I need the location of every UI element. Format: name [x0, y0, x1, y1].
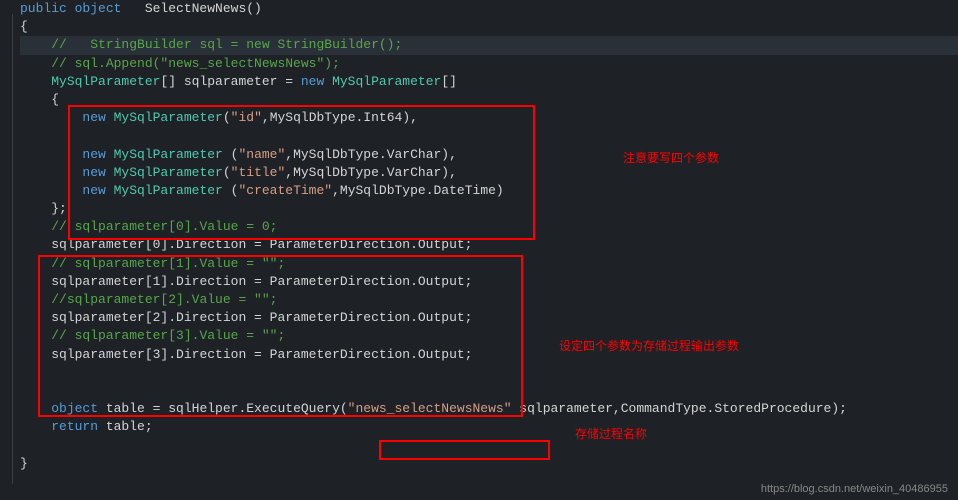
string: "news_selectNewsNews" [348, 401, 512, 416]
code-editor: public object SelectNewNews() { // Strin… [0, 0, 958, 473]
code-text: [] sqlparameter = [160, 74, 300, 89]
code-line: { [20, 18, 958, 36]
type: MySqlParameter [106, 165, 223, 180]
code-text: sqlparameter[1].Direction = ParameterDir… [51, 274, 472, 289]
code-line: { [20, 91, 958, 109]
string: "createTime" [238, 183, 332, 198]
type: MySqlParameter [51, 74, 160, 89]
code-line: object table = sqlHelper.ExecuteQuery("n… [20, 400, 958, 418]
keyword: return [51, 419, 98, 434]
string: "name" [238, 147, 285, 162]
method-name: SelectNewNews() [121, 1, 261, 16]
code-line: MySqlParameter[] sqlparameter = new MySq… [20, 73, 958, 91]
comment: //sqlparameter[2].Value = ""; [51, 292, 277, 307]
keyword: object [67, 1, 122, 16]
brace: }; [51, 201, 67, 216]
code-text: sqlparameter[2].Direction = ParameterDir… [51, 310, 472, 325]
annotation-procname: 存储过程名称 [575, 425, 647, 442]
comment: // StringBuilder sql = new StringBuilder… [51, 37, 402, 52]
code-text: sqlparameter[0].Direction = ParameterDir… [51, 237, 472, 252]
keyword: new [82, 147, 105, 162]
code-text: ,MySqlDbType.VarChar), [285, 147, 457, 162]
code-line [20, 382, 958, 400]
code-text: table = sqlHelper.ExecuteQuery( [98, 401, 348, 416]
code-line: public object SelectNewNews() [20, 0, 958, 18]
code-text: sqlparameter[3].Direction = ParameterDir… [51, 347, 472, 362]
keyword: public [20, 1, 67, 16]
code-line [20, 364, 958, 382]
paren: ( [223, 110, 231, 125]
type: MySqlParameter [106, 147, 231, 162]
keyword: object [51, 401, 98, 416]
code-line: new MySqlParameter("title",MySqlDbType.V… [20, 164, 958, 182]
code-text: ,MySqlDbType.Int64), [262, 110, 418, 125]
code-line: sqlparameter[3].Direction = ParameterDir… [20, 346, 958, 364]
brace: { [51, 92, 59, 107]
code-line: } [20, 455, 958, 473]
code-line: new MySqlParameter ("createTime",MySqlDb… [20, 182, 958, 200]
brace: { [20, 19, 28, 34]
string: "id" [231, 110, 262, 125]
code-text: ,MySqlDbType.VarChar), [285, 165, 457, 180]
code-line: return table; [20, 418, 958, 436]
code-line: //sqlparameter[2].Value = ""; [20, 291, 958, 309]
code-line: // sqlparameter[0].Value = 0; [20, 218, 958, 236]
paren: ( [223, 165, 231, 180]
comment: // sqlparameter[0].Value = 0; [51, 219, 277, 234]
code-text: [] [441, 74, 457, 89]
comment: // sqlparameter[3].Value = ""; [51, 328, 285, 343]
comment: // sqlparameter[1].Value = ""; [51, 256, 285, 271]
brace: } [20, 456, 28, 471]
code-text: ,MySqlDbType.DateTime) [332, 183, 504, 198]
type: MySqlParameter [106, 110, 223, 125]
code-line: }; [20, 200, 958, 218]
code-line: sqlparameter[1].Direction = ParameterDir… [20, 273, 958, 291]
code-line [20, 437, 958, 455]
code-line [20, 127, 958, 145]
keyword: new [82, 183, 105, 198]
keyword: new [82, 110, 105, 125]
annotation-params: 注意要写四个参数 [623, 149, 719, 166]
code-text: table; [98, 419, 153, 434]
code-line: // StringBuilder sql = new StringBuilder… [20, 36, 958, 54]
comment: // sql.Append("news_selectNewsNews"); [51, 56, 340, 71]
code-line: // sqlparameter[3].Value = ""; [20, 327, 958, 345]
code-line: new MySqlParameter("id",MySqlDbType.Int6… [20, 109, 958, 127]
watermark: https://blog.csdn.net/weixin_40486955 [761, 483, 948, 495]
annotation-direction: 设定四个参数为存储过程输出参数 [559, 337, 739, 354]
type: MySqlParameter [324, 74, 441, 89]
code-line: // sqlparameter[1].Value = ""; [20, 255, 958, 273]
code-line: sqlparameter[2].Direction = ParameterDir… [20, 309, 958, 327]
code-line: sqlparameter[0].Direction = ParameterDir… [20, 236, 958, 254]
string: "title" [231, 165, 286, 180]
code-text: sqlparameter,CommandType.StoredProcedure… [512, 401, 847, 416]
type: MySqlParameter [106, 183, 231, 198]
keyword: new [301, 74, 324, 89]
keyword: new [82, 165, 105, 180]
code-line: new MySqlParameter ("name",MySqlDbType.V… [20, 146, 958, 164]
code-line: // sql.Append("news_selectNewsNews"); [20, 55, 958, 73]
